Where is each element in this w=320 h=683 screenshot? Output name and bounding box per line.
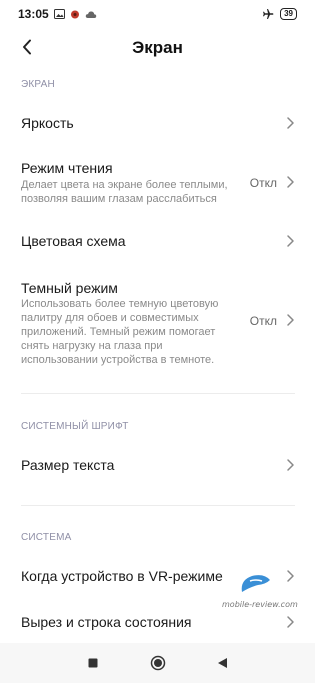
- gallery-notification-icon: [53, 9, 65, 19]
- reading-mode-label: Режим чтения: [21, 160, 113, 176]
- back-button[interactable]: [16, 36, 38, 58]
- chevron-right-icon: [287, 176, 294, 188]
- dark-mode-value: Откл: [249, 314, 277, 328]
- back-triangle-icon: [218, 658, 227, 668]
- status-time: 13:05: [18, 7, 49, 21]
- recent-apps-button[interactable]: [78, 648, 108, 678]
- system-navigation-bar: [0, 643, 315, 683]
- back-nav-button[interactable]: [208, 648, 238, 678]
- section-label-system: СИСТЕМА: [21, 532, 72, 543]
- section-label-screen: ЭКРАН: [21, 79, 55, 90]
- chevron-right-icon: [287, 314, 294, 326]
- square-icon: [88, 658, 97, 668]
- watermark-text: mobile-review.com: [222, 600, 298, 609]
- color-scheme-label: Цветовая схема: [21, 233, 126, 249]
- reading-mode-description: Делает цвета на экране более теплыми, по…: [21, 179, 228, 205]
- watermark-logo-icon: [241, 575, 270, 592]
- page-title: Экран: [132, 38, 183, 57]
- notch-status-bar-label: Вырез и строка состояния: [21, 614, 192, 630]
- reading-mode-value: Откл: [249, 176, 277, 190]
- brightness-label: Яркость: [21, 115, 74, 131]
- divider: [21, 393, 295, 394]
- dark-mode-row[interactable]: Темный режим Использовать более темную ц…: [0, 270, 315, 370]
- battery-indicator: 39: [280, 8, 297, 20]
- airplane-mode-icon: [263, 9, 274, 19]
- chevron-right-icon: [287, 235, 294, 247]
- reading-mode-row[interactable]: Режим чтения Делает цвета на экране боле…: [0, 150, 315, 210]
- chevron-right-icon: [287, 616, 294, 628]
- dark-mode-label: Темный режим: [21, 280, 118, 296]
- cloud-icon: [85, 10, 96, 18]
- chevron-right-icon: [287, 117, 294, 129]
- text-size-row[interactable]: Размер текста: [0, 446, 315, 486]
- vr-mode-label: Когда устройство в VR-режиме: [21, 568, 223, 584]
- home-button[interactable]: [143, 648, 173, 678]
- text-size-label: Размер текста: [21, 457, 115, 473]
- brightness-row[interactable]: Яркость: [0, 104, 315, 144]
- dark-mode-description: Использовать более темную цветовую палит…: [21, 298, 219, 366]
- section-label-system-font: СИСТЕМНЫЙ ШРИФТ: [21, 421, 129, 432]
- color-scheme-row[interactable]: Цветовая схема: [0, 222, 315, 262]
- divider: [21, 505, 295, 506]
- chevron-right-icon: [287, 459, 294, 471]
- app-notification-icon: [70, 10, 79, 19]
- home-circle-icon: [150, 655, 165, 671]
- header: Экран: [0, 28, 315, 68]
- back-arrow-icon: [23, 39, 31, 55]
- watermark: mobile-review.com: [222, 572, 298, 612]
- status-bar: 13:05 39: [0, 0, 315, 28]
